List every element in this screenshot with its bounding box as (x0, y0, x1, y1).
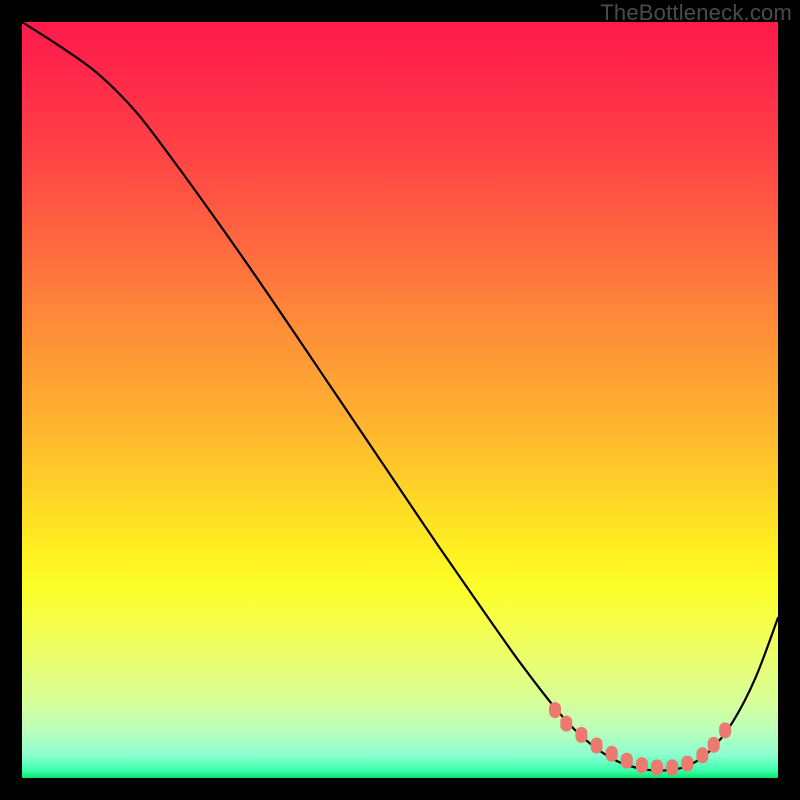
chart-svg (22, 22, 778, 778)
optimal-dot (549, 702, 561, 718)
optimal-dot (591, 738, 603, 754)
watermark-text: TheBottleneck.com (600, 0, 792, 26)
optimal-dot (719, 722, 731, 738)
optimal-dot (681, 756, 693, 772)
optimal-dot (708, 737, 720, 753)
optimal-dot (606, 746, 618, 762)
optimal-dot (651, 759, 663, 775)
optimal-dot (666, 759, 678, 775)
optimal-dot (560, 716, 572, 732)
chart-frame: TheBottleneck.com (0, 0, 800, 800)
bottleneck-curve (22, 22, 778, 771)
optimal-dot (636, 757, 648, 773)
optimal-dot (575, 727, 587, 743)
optimal-zone-dots (549, 702, 731, 775)
optimal-dot (696, 747, 708, 763)
plot-area (22, 22, 778, 778)
optimal-dot (621, 753, 633, 769)
